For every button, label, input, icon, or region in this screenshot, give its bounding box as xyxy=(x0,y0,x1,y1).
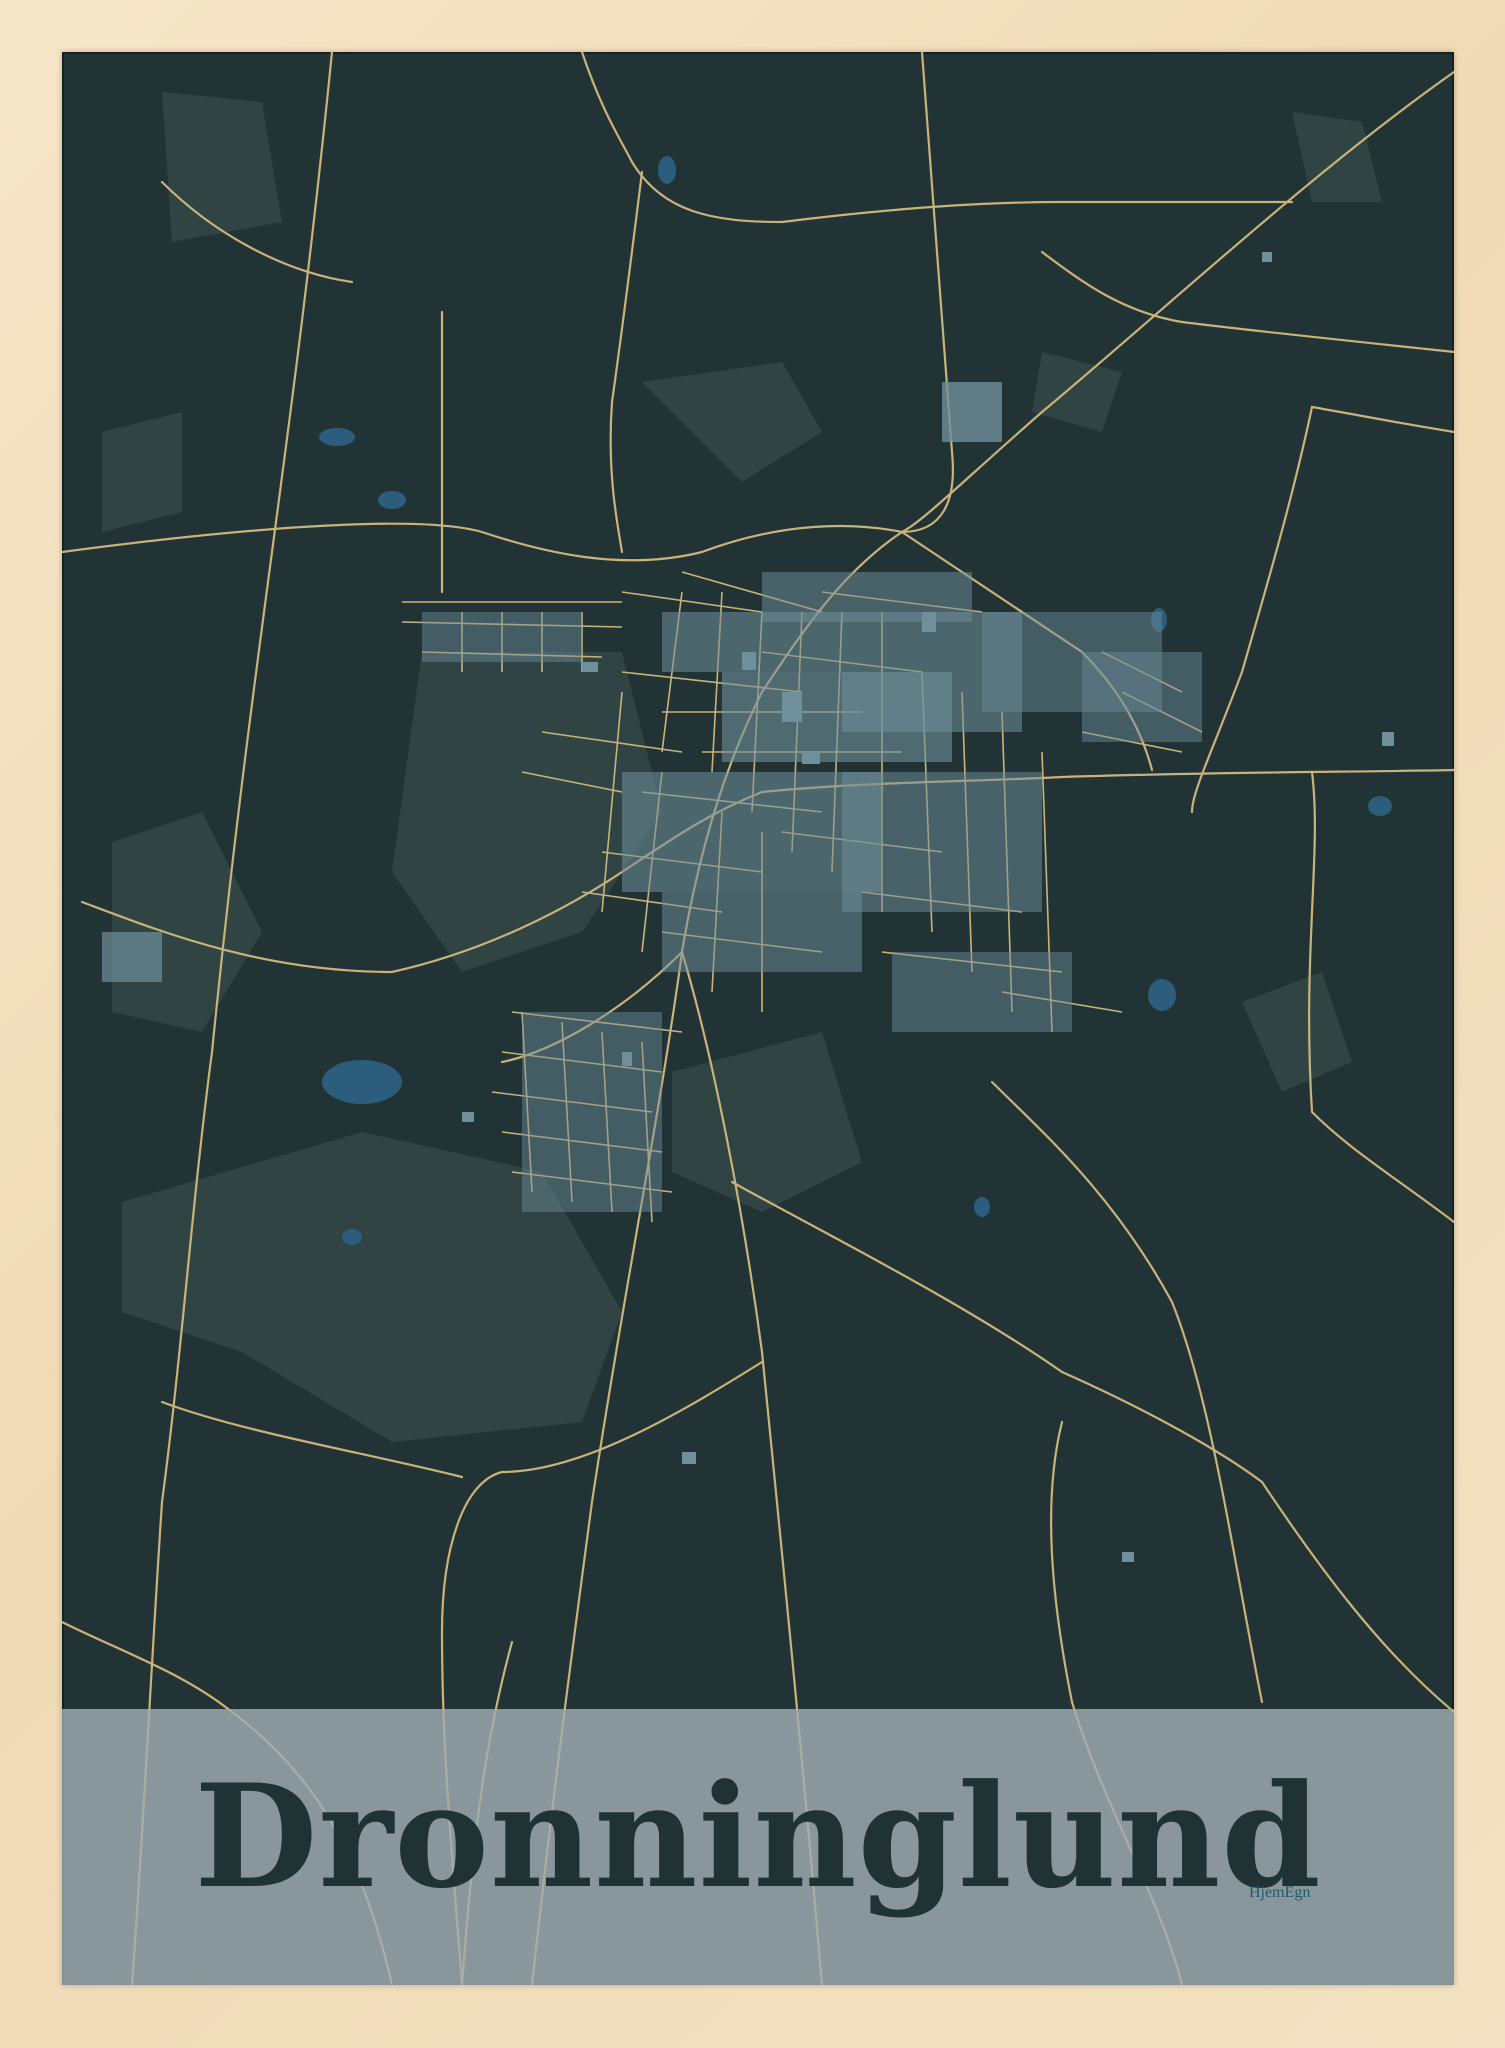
roads xyxy=(62,52,1454,1985)
poster-title: Dronninglund xyxy=(194,1754,1322,1920)
map-poster: Dronninglund HjemEgn xyxy=(62,52,1454,1985)
street-map xyxy=(62,52,1454,1985)
green-areas xyxy=(102,92,1382,1442)
brand-logo: HjemEgn xyxy=(1249,1884,1311,1901)
poster-frame: Dronninglund HjemEgn xyxy=(0,0,1505,2048)
